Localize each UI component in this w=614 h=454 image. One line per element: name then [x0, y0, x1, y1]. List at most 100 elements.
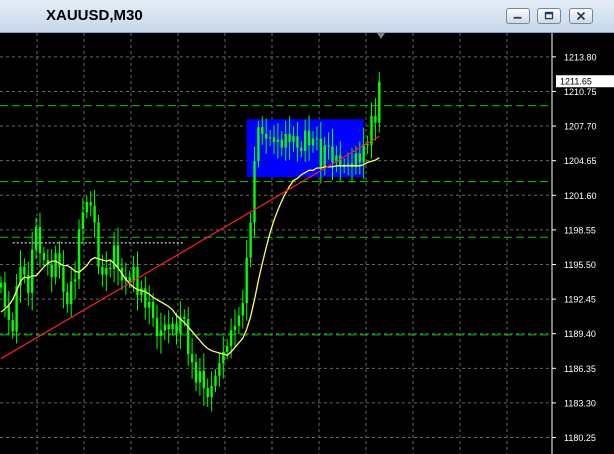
- trendline: [0, 135, 380, 360]
- candle-body: [229, 330, 233, 347]
- candle-body: [194, 362, 198, 383]
- candle-body: [249, 222, 252, 258]
- candle-body: [226, 346, 229, 352]
- price-tick-label: 1198.55: [564, 225, 596, 235]
- candle-body: [0, 282, 3, 288]
- candle-body: [241, 303, 244, 316]
- candle-body: [253, 161, 256, 223]
- candle-body: [3, 282, 7, 307]
- price-tick-label: 1210.75: [564, 87, 597, 97]
- candle-body: [311, 138, 315, 146]
- candle-body: [105, 267, 108, 275]
- price-tick-label: 1195.50: [564, 260, 596, 270]
- candle-body: [163, 324, 166, 331]
- close-icon: [576, 11, 586, 21]
- price-tick-label: 1201.60: [564, 191, 597, 201]
- minimize-icon: [513, 16, 522, 19]
- candle-body: [268, 137, 272, 139]
- price-tick-label: 1183.30: [564, 398, 596, 408]
- candle-body: [167, 324, 170, 330]
- maximize-button[interactable]: [537, 8, 561, 24]
- price-tick-label: 1213.80: [564, 52, 597, 62]
- price-tick-label: 1204.65: [564, 156, 597, 166]
- candle-body: [85, 202, 88, 213]
- candle-body: [31, 249, 34, 293]
- candle-body: [354, 153, 358, 167]
- price-chart[interactable]: 1213.80 1210.75 1207.70 1204.65 1201.60 1198.…: [0, 33, 614, 454]
- candle-body: [319, 138, 322, 167]
- candle-body: [7, 306, 10, 321]
- candle-body: [315, 138, 319, 140]
- candle-body: [300, 147, 303, 152]
- candle-body: [58, 253, 61, 267]
- candle-body: [151, 301, 155, 318]
- candle-body: [159, 330, 163, 336]
- candle-body: [276, 139, 280, 142]
- chart-window: XAUUSD,M30 1213.80 1210.75 1207.70 1204.65 1…: [0, 0, 614, 454]
- candle-body: [366, 144, 369, 146]
- candle-body: [284, 133, 287, 148]
- candle-body: [93, 205, 96, 223]
- trendline-layer: [0, 135, 380, 360]
- candle-body: [346, 163, 350, 165]
- candle-body: [23, 266, 26, 275]
- candle-body: [183, 316, 186, 319]
- minimize-button[interactable]: [506, 8, 530, 24]
- candle-body: [257, 127, 260, 162]
- candle-body: [233, 325, 237, 331]
- candle-body: [210, 385, 213, 398]
- candle-body: [155, 317, 159, 336]
- candle-body: [101, 266, 104, 275]
- candle-body: [73, 279, 77, 282]
- candle-body: [237, 315, 241, 326]
- candle-body: [202, 371, 205, 389]
- price-axis: 1213.80 1210.75 1207.70 1204.65 1201.60 1198.…: [551, 33, 614, 454]
- candle-body: [304, 130, 307, 152]
- chart-shift-marker-icon: [377, 33, 385, 39]
- current-price-label: 1211.65: [560, 77, 592, 87]
- candle-body: [171, 323, 174, 330]
- candle-body: [50, 264, 53, 277]
- candle-body: [140, 288, 143, 296]
- candle-body: [116, 245, 120, 268]
- candle-body: [81, 212, 85, 230]
- title-bar[interactable]: XAUUSD,M30: [0, 0, 614, 33]
- candle-body: [307, 130, 311, 146]
- candle-body: [245, 257, 248, 304]
- candle-body: [374, 115, 377, 123]
- candle-body: [70, 281, 73, 305]
- candle-body: [362, 144, 365, 163]
- candle-body: [109, 267, 112, 270]
- candle-body: [272, 137, 276, 142]
- candle-body: [206, 388, 209, 398]
- candle-body: [331, 146, 334, 163]
- candle-body: [62, 266, 65, 292]
- candle-body: [358, 153, 361, 163]
- candle-body: [136, 266, 139, 296]
- candle-body: [97, 222, 100, 267]
- candle-body: [280, 139, 283, 148]
- candle-body: [288, 133, 291, 142]
- candle-body: [327, 145, 330, 147]
- candle-body: [34, 227, 38, 250]
- close-button[interactable]: [569, 8, 593, 24]
- window-title: XAUUSD,M30: [46, 7, 143, 24]
- price-tick-label: 1207.70: [564, 122, 597, 132]
- candle-body: [265, 133, 268, 139]
- candle-body: [128, 276, 131, 282]
- candle-body: [187, 318, 190, 355]
- candle-body: [112, 245, 116, 270]
- price-tick-label: 1186.35: [564, 364, 596, 374]
- candle-body: [323, 145, 326, 167]
- price-tick-label: 1189.40: [564, 329, 596, 339]
- candle-body: [198, 371, 202, 383]
- candle-body: [175, 323, 178, 334]
- candle-body: [89, 202, 92, 206]
- candle-body: [54, 253, 57, 277]
- candle-body: [132, 266, 135, 282]
- chart-canvas[interactable]: 1213.80 1210.75 1207.70 1204.65 1201.60 1198.…: [0, 33, 614, 454]
- candle-body: [296, 136, 299, 148]
- price-tick-label: 1192.45: [564, 295, 596, 305]
- maximize-icon: [544, 11, 554, 20]
- candle-body: [42, 253, 46, 260]
